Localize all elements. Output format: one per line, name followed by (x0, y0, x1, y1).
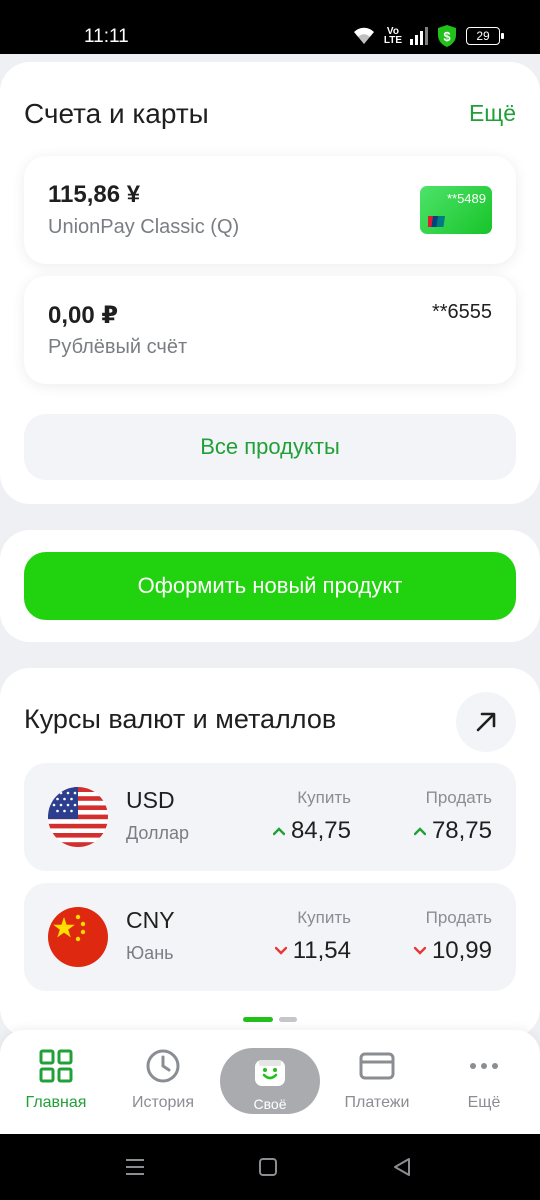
trend-up-icon (272, 827, 285, 836)
new-product-button[interactable]: Оформить новый продукт (24, 552, 516, 620)
currency-name: Доллар (126, 823, 190, 843)
card-mask: **5489 (446, 191, 486, 206)
svg-text:$: $ (443, 29, 451, 44)
account-amount: 0,00 ₽ (48, 302, 119, 329)
smile-bag-icon (255, 1060, 285, 1086)
arrow-up-right-icon (476, 712, 496, 732)
rate-row-usd[interactable]: USD Доллар Купить Продать 84,75 78,75 (24, 763, 516, 871)
pager-dot[interactable] (279, 1017, 297, 1022)
volte-icon: Vo LTE (383, 26, 402, 46)
trend-down-icon (413, 946, 426, 955)
account-card-rub[interactable]: 0,00 ₽ Рублёвый счёт **6555 (24, 276, 516, 384)
card-thumbnail: **5489 (420, 186, 492, 234)
buy-label: Купить (297, 788, 351, 807)
all-products-button[interactable]: Все продукты (24, 414, 516, 480)
sell-label: Продать (425, 788, 492, 807)
dots-icon (470, 1063, 498, 1069)
tab-more[interactable]: Ещё (434, 1048, 534, 1112)
shield-dollar-icon: $ (438, 25, 456, 47)
system-nav-bar (0, 1134, 540, 1200)
home-icon[interactable] (256, 1155, 280, 1179)
back-icon[interactable] (390, 1155, 414, 1179)
tab-svoe[interactable]: Своё (220, 1048, 320, 1114)
bottom-tab-bar: Главная История Своё Платежи Ещё (0, 1030, 540, 1134)
sell-rate: 10,99 (413, 937, 492, 965)
buy-value: 84,75 (290, 817, 351, 844)
sell-rate: 78,75 (413, 817, 492, 845)
accounts-title: Счета и карты (24, 98, 209, 129)
account-mask: **6555 (431, 301, 492, 323)
account-amount: 115,86 ¥ (48, 181, 141, 208)
tab-label: Ещё (467, 1094, 501, 1111)
tab-history[interactable]: История (113, 1048, 213, 1112)
battery-icon: 29 (466, 27, 504, 45)
status-icons: Vo LTE $ 29 (352, 24, 504, 48)
status-bar: 11:11 Vo LTE $ 29 (0, 0, 540, 54)
trend-down-icon (274, 946, 287, 955)
rates-section: Курсы валют и металлов USD Доллар Купить… (0, 668, 540, 1038)
carousel-pager (243, 1017, 297, 1022)
wifi-icon (353, 27, 374, 44)
rates-open-button[interactable] (456, 692, 516, 752)
buy-rate: 11,54 (274, 937, 351, 965)
buy-value: 11,54 (292, 937, 351, 964)
sell-value: 10,99 (431, 937, 492, 964)
buy-rate: 84,75 (272, 817, 351, 845)
currency-name: Юань (126, 943, 174, 963)
pager-dot-active[interactable] (243, 1017, 273, 1022)
account-name: UnionPay Classic (Q) (48, 216, 240, 238)
card-icon (359, 1052, 395, 1080)
trend-up-icon (413, 827, 426, 836)
rate-row-cny[interactable]: CNY Юань Купить Продать 11,54 10,99 (24, 883, 516, 991)
tab-label: Платежи (344, 1094, 410, 1111)
account-name: Рублёвый счёт (48, 336, 188, 358)
new-product-section: Оформить новый продукт (0, 530, 540, 642)
menu-icon[interactable] (123, 1155, 147, 1179)
tab-payments[interactable]: Платежи (327, 1048, 427, 1112)
sell-value: 78,75 (431, 817, 492, 844)
currency-code: USD (126, 787, 175, 813)
us-flag-icon (48, 787, 108, 847)
accounts-section: Счета и карты Ещё 115,86 ¥ UnionPay Clas… (0, 62, 540, 504)
unionpay-logo (428, 216, 445, 227)
clock-icon (146, 1049, 180, 1083)
cn-flag-icon (48, 907, 108, 967)
signal-icon (410, 27, 428, 45)
grid-icon (39, 1049, 73, 1083)
currency-code: CNY (126, 907, 175, 933)
sell-label: Продать (425, 908, 492, 927)
tab-label: Главная (25, 1094, 87, 1111)
tab-label: Своё (253, 1096, 287, 1112)
tab-label: История (131, 1094, 195, 1111)
status-time: 11:11 (84, 26, 129, 47)
rates-title: Курсы валют и металлов (24, 704, 337, 734)
buy-label: Купить (297, 908, 351, 927)
tab-home[interactable]: Главная (6, 1048, 106, 1112)
account-card-unionpay[interactable]: 115,86 ¥ UnionPay Classic (Q) **5489 (24, 156, 516, 264)
battery-level: 29 (476, 29, 490, 43)
accounts-more-link[interactable]: Ещё (469, 100, 516, 127)
